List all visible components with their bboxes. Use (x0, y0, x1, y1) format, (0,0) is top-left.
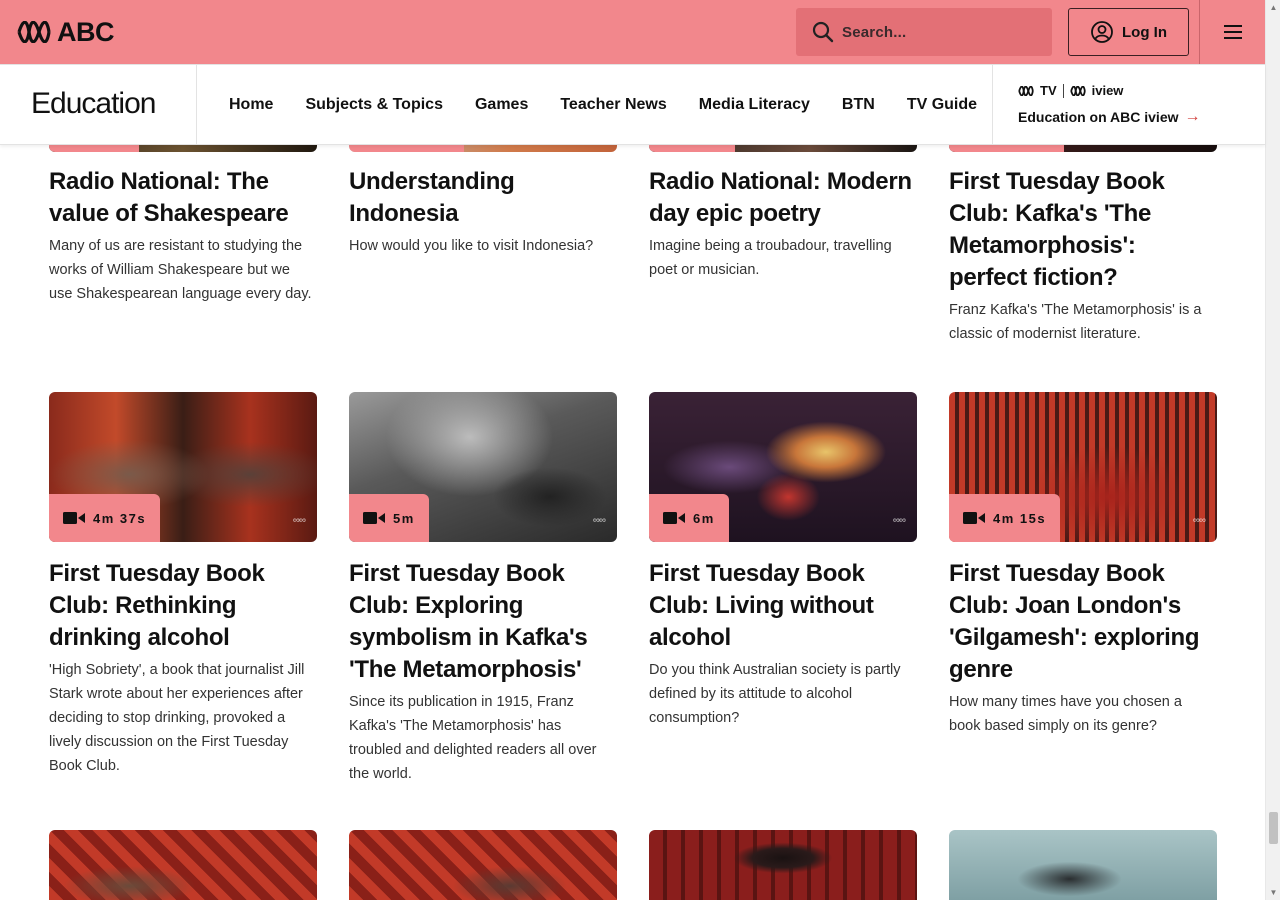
abc-watermark-icon: ∞∞ (292, 515, 306, 526)
divider (992, 65, 993, 145)
card-description: Since its publication in 1915, Franz Kaf… (349, 694, 597, 782)
abc-watermark-icon: ∞∞ (592, 515, 606, 526)
content-card[interactable]: Understanding Indonesia How would you li… (349, 166, 617, 258)
card-title[interactable]: Radio National: Modern day epic poetry (649, 166, 917, 230)
video-thumbnail[interactable] (349, 830, 617, 900)
duration-badge: 5m (349, 494, 429, 542)
content-card[interactable]: First Tuesday Book Club: Kafka's 'The Me… (949, 166, 1217, 346)
card-description: Franz Kafka's 'The Metamorphosis' is a c… (949, 302, 1202, 342)
card-title[interactable]: First Tuesday Book Club: Exploring symbo… (349, 558, 617, 686)
card-title[interactable]: First Tuesday Book Club: Rethinking drin… (49, 558, 317, 654)
hamburger-icon (1224, 25, 1242, 39)
duration-text: 5m (393, 510, 415, 526)
section-title[interactable]: Education (31, 87, 156, 121)
nav-item-media-literacy[interactable]: Media Literacy (683, 96, 826, 114)
topbar-divider (1199, 0, 1200, 64)
duration-badge: 4m 37s (49, 494, 161, 542)
card-title[interactable]: First Tuesday Book Club: Kafka's 'The Me… (949, 166, 1217, 294)
duration-text: 4m 15s (993, 510, 1047, 526)
iview-link-label: Education on ABC iview (1018, 109, 1179, 125)
card-description: How would you like to visit Indonesia? (349, 238, 594, 254)
nav-item-btn[interactable]: BTN (826, 96, 891, 114)
video-thumbnail[interactable]: 5m ∞∞ (349, 392, 617, 542)
divider (196, 65, 197, 145)
page-scrollbar[interactable]: ▲ ▼ (1265, 0, 1280, 900)
login-button[interactable]: Log In (1068, 8, 1189, 56)
search-icon (812, 21, 834, 43)
iview-link[interactable]: Education on ABC iview → (1018, 108, 1201, 126)
card-title[interactable]: Understanding Indonesia (349, 166, 617, 230)
iview-logos: TV iview (1018, 83, 1201, 98)
card-description: 'High Sobriety', a book that journalist … (49, 662, 305, 774)
nav-items: Home Subjects & Topics Games Teacher New… (213, 65, 993, 145)
scrollbar-thumb[interactable] (1269, 812, 1278, 844)
abc-watermark-icon: ∞∞ (1192, 515, 1206, 526)
card-description: Imagine being a troubadour, travelling p… (649, 238, 892, 278)
logo-separator (1062, 83, 1064, 98)
nav-item-games[interactable]: Games (459, 96, 544, 114)
nav-item-home[interactable]: Home (213, 96, 289, 114)
card-description: Do you think Australian society is partl… (649, 662, 901, 726)
video-camera-icon (63, 512, 85, 524)
video-camera-icon (663, 512, 685, 524)
abc-logo[interactable]: ABC (17, 17, 115, 47)
video-camera-icon (963, 512, 985, 524)
content-card[interactable]: 6m ∞∞ First Tuesday Book Club: Living wi… (649, 392, 917, 730)
video-thumbnail[interactable]: 4m 37s ∞∞ (49, 392, 317, 542)
arrow-right-icon: → (1184, 108, 1201, 125)
video-thumbnail[interactable] (49, 830, 317, 900)
duration-text: 4m 37s (93, 510, 147, 526)
abc-top-bar: ABC Search... Log In (0, 0, 1265, 64)
abc-lissajous-icon (1069, 85, 1086, 96)
content-card[interactable]: 5m ∞∞ First Tuesday Book Club: Exploring… (349, 392, 617, 786)
card-description: Many of us are resistant to studying the… (49, 238, 312, 302)
abc-lissajous-icon (1018, 85, 1034, 96)
nav-item-subjects-topics[interactable]: Subjects & Topics (289, 96, 459, 114)
abc-logo-text: ABC (57, 17, 115, 47)
video-thumbnail[interactable]: 6m ∞∞ (649, 392, 917, 542)
duration-text: 6m (693, 510, 715, 526)
scroll-up-arrow-icon[interactable]: ▲ (1266, 0, 1280, 15)
content-card[interactable]: 4m 37s ∞∞ First Tuesday Book Club: Rethi… (49, 392, 317, 778)
abc-iview-logo-text: iview (1091, 83, 1124, 98)
content-card[interactable]: 4m 15s ∞∞ First Tuesday Book Club: Joan … (949, 392, 1217, 738)
duration-badge: 6m (649, 494, 729, 542)
nav-item-tv-guide[interactable]: TV Guide (891, 96, 993, 114)
card-title[interactable]: First Tuesday Book Club: Living without … (649, 558, 917, 654)
card-title[interactable]: Radio National: The value of Shakespeare (49, 166, 317, 230)
card-title[interactable]: First Tuesday Book Club: Joan London's '… (949, 558, 1217, 686)
nav-item-teacher-news[interactable]: Teacher News (544, 96, 682, 114)
login-label: Log In (1122, 23, 1167, 41)
card-description: How many times have you chosen a book ba… (949, 694, 1182, 734)
scroll-down-arrow-icon[interactable]: ▼ (1266, 885, 1280, 900)
video-thumbnail[interactable] (649, 830, 917, 900)
search-placeholder: Search... (842, 23, 907, 41)
video-thumbnail[interactable]: 4m 15s ∞∞ (949, 392, 1217, 542)
abc-lissajous-icon (17, 21, 51, 43)
content-card[interactable]: Radio National: Modern day epic poetry I… (649, 166, 917, 282)
duration-badge: 4m 15s (949, 494, 1061, 542)
menu-button[interactable] (1216, 18, 1250, 46)
video-camera-icon (363, 512, 385, 524)
video-thumbnail[interactable] (949, 830, 1217, 900)
education-subnav: Education Home Subjects & Topics Games T… (0, 64, 1265, 145)
user-icon (1091, 21, 1113, 43)
abc-watermark-icon: ∞∞ (892, 515, 906, 526)
content-card[interactable]: Radio National: The value of Shakespeare… (49, 166, 317, 306)
iview-promo[interactable]: TV iview Education on ABC iview → (1018, 83, 1201, 126)
abc-tv-logo-text: TV (1040, 83, 1057, 98)
search-input[interactable]: Search... (796, 8, 1052, 56)
